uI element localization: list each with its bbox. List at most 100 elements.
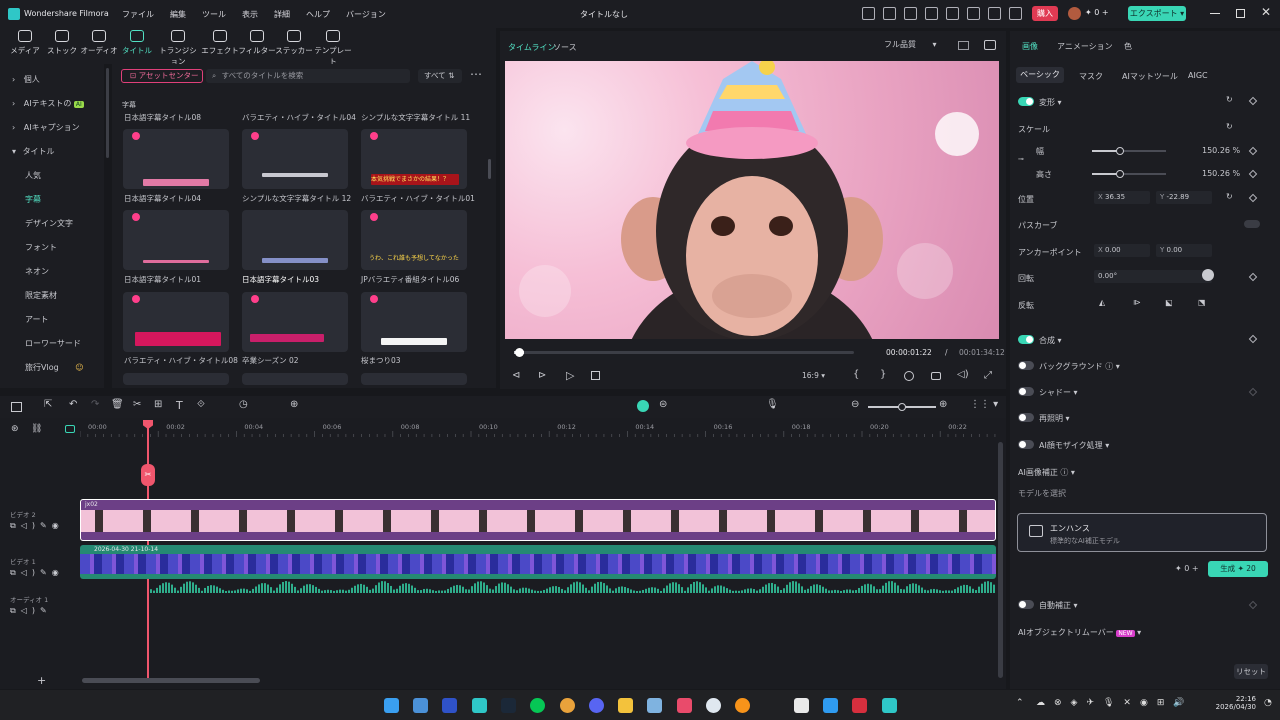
title-card[interactable] [242, 373, 348, 385]
maximize-icon[interactable] [1236, 9, 1245, 18]
title-card[interactable]: うわ、これ誰も予想してなかった！ [361, 210, 467, 270]
scrubber-handle[interactable] [515, 348, 524, 357]
render-icon[interactable] [904, 371, 914, 381]
tab-animation[interactable]: アニメーション [1057, 41, 1113, 52]
track-controls[interactable]: ⧉◁)✎ [10, 606, 52, 616]
width-slider[interactable] [1092, 147, 1166, 155]
zoom-handle[interactable] [898, 403, 906, 411]
title-card[interactable] [361, 292, 467, 352]
zoom-out-icon[interactable]: ⊖ [851, 399, 859, 410]
title-card[interactable] [361, 373, 467, 385]
height-value[interactable]: 150.26 % [1202, 169, 1240, 178]
camera-icon[interactable] [931, 372, 941, 380]
delete-icon[interactable]: 🗑 [111, 399, 124, 410]
split-icon[interactable]: ✂ [133, 399, 141, 410]
filmora-taskbar-icon[interactable] [882, 698, 897, 713]
model-card[interactable]: エンハンス 標準的なAI補正モデル [1017, 513, 1267, 552]
tab-filter[interactable]: フィルター [236, 30, 278, 56]
more-options-icon[interactable]: ⋮⋮ ▾ [970, 399, 998, 410]
slider-handle[interactable] [1116, 147, 1124, 155]
tray-icons[interactable]: ☁⊗◈✈🎙✕◉⊞🔊 [1036, 698, 1194, 708]
title-card[interactable] [123, 292, 229, 352]
keyframe-icon[interactable] [1248, 387, 1258, 397]
steam-icon[interactable] [501, 698, 516, 713]
join-button[interactable]: 購入 [1032, 6, 1058, 21]
volume-icon[interactable]: ◁) [957, 369, 969, 380]
text-tool-icon[interactable]: T [176, 399, 183, 412]
search-input[interactable]: ⌕ すべてのタイトルを検索 [206, 69, 410, 83]
keyframe-icon[interactable] [1248, 96, 1258, 106]
sidebar-item-lower-third[interactable]: ローワーサード [25, 338, 81, 349]
app-icon[interactable] [706, 698, 721, 713]
ai-mosaic-toggle[interactable] [1018, 440, 1034, 449]
sidebar-item-travel-vlog[interactable]: 旅行Vlog ☺ [25, 362, 84, 373]
generate-button[interactable]: 生成 ✦ 20 [1208, 561, 1268, 577]
sidebar-item-ai-caption[interactable]: › AIキャプション [12, 122, 80, 133]
height-slider[interactable] [1092, 170, 1166, 178]
tab-color[interactable]: 色 [1124, 41, 1132, 52]
sidebar-scrollbar[interactable] [106, 68, 109, 158]
search-app-icon[interactable] [413, 698, 428, 713]
speed-icon[interactable]: ◷ [239, 399, 248, 410]
keyframe-icon[interactable] [1248, 600, 1258, 610]
notification-icon[interactable] [988, 7, 1001, 20]
sidebar-item-neon[interactable]: ネオン [25, 266, 49, 277]
track-manager-icon[interactable] [65, 425, 75, 433]
chrome-icon[interactable] [560, 698, 575, 713]
tab-effect[interactable]: エフェクト [199, 30, 241, 56]
discord-icon[interactable] [589, 698, 604, 713]
snap-icon[interactable]: ⊜ [659, 399, 667, 410]
quality-dropdown[interactable]: フル品質 ▾ [878, 38, 944, 52]
mark-out-icon[interactable]: } [880, 369, 886, 380]
preview-scrubber[interactable] [514, 348, 854, 357]
menu-tools[interactable]: ツール [202, 9, 226, 20]
clock[interactable]: 22:16 2026/04/30 [1212, 695, 1256, 711]
timeline-v-scrollbar[interactable] [998, 442, 1003, 678]
menu-edit[interactable]: 編集 [170, 9, 186, 20]
start-icon[interactable] [384, 698, 399, 713]
cloud-icon[interactable] [967, 7, 980, 20]
menu-view[interactable]: 表示 [242, 9, 258, 20]
subtab-aigc[interactable]: AIGC [1188, 71, 1208, 80]
app-icon[interactable] [823, 698, 838, 713]
flip-vertical-icon[interactable]: ⧐ [1133, 298, 1141, 307]
title-card[interactable] [123, 210, 229, 270]
play-icon[interactable]: ▷ [566, 369, 574, 382]
timeline-h-scrollbar[interactable] [82, 678, 260, 683]
background-toggle[interactable] [1018, 361, 1034, 370]
reset-button[interactable]: リセット [1234, 664, 1268, 679]
line-icon[interactable] [530, 698, 545, 713]
app-icon[interactable] [852, 698, 867, 713]
keyframe-icon[interactable] [1248, 169, 1258, 179]
asset-center-button[interactable]: ⊡ アセットセンター [121, 69, 203, 83]
crop-icon[interactable]: ⊞ [154, 399, 162, 410]
minimize-icon[interactable] [1210, 13, 1220, 14]
grid-view-icon[interactable] [958, 41, 969, 50]
layout-icon[interactable] [11, 402, 22, 412]
shadow-toggle[interactable] [1018, 387, 1034, 396]
tab-audio[interactable]: オーディオ [78, 30, 120, 56]
tab-template[interactable]: テンプレート [312, 30, 354, 67]
fullscreen-icon[interactable]: ⤢ [984, 370, 992, 381]
headphones-icon[interactable] [904, 7, 917, 20]
tab-media[interactable]: メディア [4, 30, 46, 56]
silence-detect-icon[interactable] [637, 400, 649, 412]
subtab-ai-matte[interactable]: AIマットツール [1122, 71, 1178, 82]
notification-bell-icon[interactable]: ◔ [1264, 698, 1272, 708]
keyframe-icon[interactable] [1248, 146, 1258, 156]
time-ruler[interactable]: 00:00 00:02 00:04 00:06 00:08 00:10 00:12 00:14… [80, 418, 996, 438]
sidebar-item-ai-text[interactable]: › AIテキストの AI [12, 98, 84, 109]
video-frame[interactable] [505, 61, 999, 339]
flip-horizontal-icon[interactable]: ◭ [1099, 298, 1105, 307]
tray-chevron-icon[interactable]: ⌃ [1016, 698, 1024, 708]
credits-display[interactable]: ✦ 0 + [1085, 8, 1109, 17]
save-icon[interactable] [1009, 7, 1022, 20]
subtab-mask[interactable]: マスク [1079, 71, 1103, 82]
aspect-ratio-dropdown[interactable]: 16:9 ▾ [802, 371, 825, 380]
sidebar-item-design-text[interactable]: デザイン文字 [25, 218, 73, 229]
title-card[interactable] [123, 373, 229, 385]
path-curve-toggle[interactable] [1244, 220, 1260, 228]
auto-enhance-toggle[interactable] [1018, 600, 1034, 609]
menu-file[interactable]: ファイル [122, 9, 154, 20]
close-icon[interactable]: ✕ [1261, 5, 1271, 19]
